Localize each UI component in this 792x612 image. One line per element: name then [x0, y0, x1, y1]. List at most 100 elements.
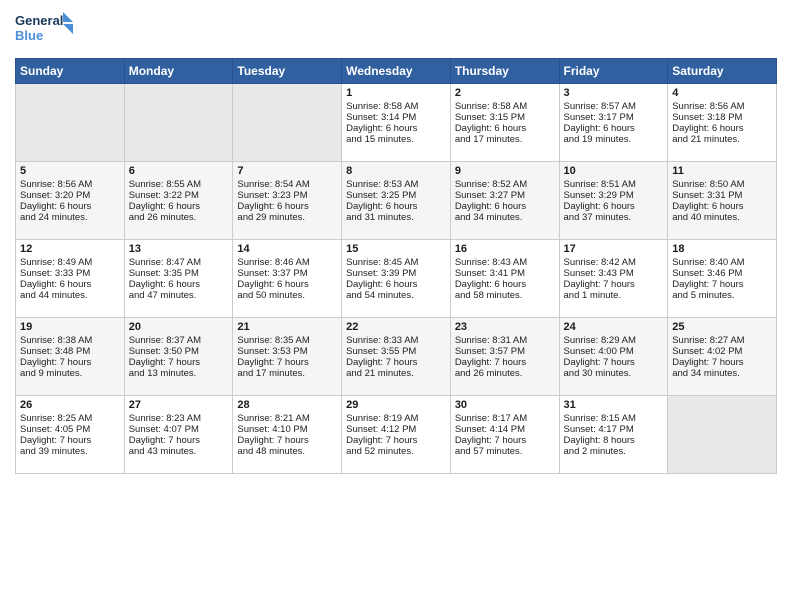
- cell-info-line: Sunset: 3:14 PM: [346, 112, 446, 123]
- calendar-cell: 27Sunrise: 8:23 AMSunset: 4:07 PMDayligh…: [124, 396, 233, 474]
- cell-info-line: Daylight: 6 hours: [346, 279, 446, 290]
- calendar-cell: 2Sunrise: 8:58 AMSunset: 3:15 PMDaylight…: [450, 84, 559, 162]
- cell-info-line: and 44 minutes.: [20, 290, 120, 301]
- cell-info-line: Daylight: 7 hours: [346, 435, 446, 446]
- cell-info-line: Sunrise: 8:53 AM: [346, 179, 446, 190]
- day-number: 21: [237, 321, 337, 333]
- cell-info-line: Sunset: 4:12 PM: [346, 424, 446, 435]
- cell-info-line: and 43 minutes.: [129, 446, 229, 457]
- day-number: 1: [346, 87, 446, 99]
- day-number: 22: [346, 321, 446, 333]
- day-number: 10: [564, 165, 664, 177]
- cell-info-line: Sunrise: 8:56 AM: [672, 101, 772, 112]
- cell-info-line: Sunset: 3:31 PM: [672, 190, 772, 201]
- day-number: 25: [672, 321, 772, 333]
- calendar-cell: 29 Sunrise: 8:19 AMSunset: 4:12 PMDayligh…: [342, 396, 451, 474]
- calendar-cell: [16, 84, 125, 162]
- cell-info-line: Sunset: 3:33 PM: [20, 268, 120, 279]
- cell-info-line: Daylight: 6 hours: [346, 201, 446, 212]
- cell-info-line: and 26 minutes.: [455, 368, 555, 379]
- cell-info-line: and 57 minutes.: [455, 446, 555, 457]
- week-row-2: 12Sunrise: 8:49 AMSunset: 3:33 PMDayligh…: [16, 240, 777, 318]
- cell-info-line: and 1 minute.: [564, 290, 664, 301]
- cell-info-line: Sunrise: 8:19 AM: [346, 413, 446, 424]
- day-number: 3: [564, 87, 664, 99]
- cell-info-line: Sunset: 3:37 PM: [237, 268, 337, 279]
- weekday-header-thursday: Thursday: [450, 59, 559, 84]
- cell-info-line: Daylight: 6 hours: [20, 279, 120, 290]
- cell-info-line: Daylight: 7 hours: [346, 357, 446, 368]
- cell-info-line: Daylight: 6 hours: [455, 279, 555, 290]
- calendar-cell: 15Sunrise: 8:45 AMSunset: 3:39 PMDayligh…: [342, 240, 451, 318]
- cell-info-line: Sunrise: 8:33 AM: [346, 335, 446, 346]
- cell-info-line: and 52 minutes.: [346, 446, 446, 457]
- cell-info-line: and 15 minutes.: [346, 134, 446, 145]
- cell-info-line: Sunrise: 8:50 AM: [672, 179, 772, 190]
- cell-info-line: and 34 minutes.: [672, 368, 772, 379]
- cell-info-line: and 17 minutes.: [455, 134, 555, 145]
- cell-info-line: Sunrise: 8:49 AM: [20, 257, 120, 268]
- calendar-cell: 11Sunrise: 8:50 AMSunset: 3:31 PMDayligh…: [668, 162, 777, 240]
- calendar-cell: 31Sunrise: 8:15 AMSunset: 4:17 PMDayligh…: [559, 396, 668, 474]
- weekday-header-wednesday: Wednesday: [342, 59, 451, 84]
- calendar-cell: 3Sunrise: 8:57 AMSunset: 3:17 PMDaylight…: [559, 84, 668, 162]
- cell-info-line: Daylight: 7 hours: [672, 279, 772, 290]
- cell-info-line: Daylight: 7 hours: [672, 357, 772, 368]
- cell-info-line: Sunset: 3:15 PM: [455, 112, 555, 123]
- calendar-cell: 25Sunrise: 8:27 AMSunset: 4:02 PMDayligh…: [668, 318, 777, 396]
- cell-info-line: and 31 minutes.: [346, 212, 446, 223]
- calendar-cell: 16Sunrise: 8:43 AMSunset: 3:41 PMDayligh…: [450, 240, 559, 318]
- cell-info-line: Daylight: 7 hours: [129, 435, 229, 446]
- calendar-cell: 5Sunrise: 8:56 AMSunset: 3:20 PMDaylight…: [16, 162, 125, 240]
- cell-info-line: and 26 minutes.: [129, 212, 229, 223]
- svg-text:Blue: Blue: [15, 28, 43, 43]
- cell-info-line: Sunrise: 8:27 AM: [672, 335, 772, 346]
- day-number: 2: [455, 87, 555, 99]
- cell-info-line: Sunset: 3:48 PM: [20, 346, 120, 357]
- cell-info-line: Sunset: 3:18 PM: [672, 112, 772, 123]
- day-number: 29: [346, 399, 446, 411]
- day-number: 14: [237, 243, 337, 255]
- cell-info-line: Daylight: 6 hours: [564, 123, 664, 134]
- cell-info-line: Daylight: 7 hours: [564, 357, 664, 368]
- cell-info-line: and 24 minutes.: [20, 212, 120, 223]
- cell-info-line: and 2 minutes.: [564, 446, 664, 457]
- cell-info-line: Sunset: 3:57 PM: [455, 346, 555, 357]
- calendar-cell: 12 Sunrise: 8:49 AMSunset: 3:33 PMDayligh…: [16, 240, 125, 318]
- calendar-table: SundayMondayTuesdayWednesdayThursdayFrid…: [15, 58, 777, 474]
- cell-info-line: Daylight: 6 hours: [237, 279, 337, 290]
- cell-info-line: Sunrise: 8:40 AM: [672, 257, 772, 268]
- day-number: 12: [20, 243, 120, 255]
- cell-info-line: Sunset: 4:17 PM: [564, 424, 664, 435]
- calendar-cell: 1Sunrise: 8:58 AMSunset: 3:14 PMDaylight…: [342, 84, 451, 162]
- cell-info-line: and 21 minutes.: [672, 134, 772, 145]
- cell-info-line: Sunrise: 8:55 AM: [129, 179, 229, 190]
- calendar-cell: 23Sunrise: 8:31 AMSunset: 3:57 PMDayligh…: [450, 318, 559, 396]
- cell-info-line: Sunset: 3:20 PM: [20, 190, 120, 201]
- weekday-header-row: SundayMondayTuesdayWednesdayThursdayFrid…: [16, 59, 777, 84]
- calendar-cell: 8Sunrise: 8:53 AMSunset: 3:25 PMDaylight…: [342, 162, 451, 240]
- cell-info-line: Daylight: 6 hours: [346, 123, 446, 134]
- calendar-cell: [668, 396, 777, 474]
- calendar-cell: 7Sunrise: 8:54 AMSunset: 3:23 PMDaylight…: [233, 162, 342, 240]
- cell-info-line: Sunrise: 8:21 AM: [237, 413, 337, 424]
- calendar-cell: 19Sunrise: 8:38 AMSunset: 3:48 PMDayligh…: [16, 318, 125, 396]
- cell-info-line: Sunrise: 8:31 AM: [455, 335, 555, 346]
- cell-info-line: and 48 minutes.: [237, 446, 337, 457]
- cell-info-line: Sunset: 4:07 PM: [129, 424, 229, 435]
- cell-info-line: Sunrise: 8:38 AM: [20, 335, 120, 346]
- cell-info-line: Sunrise: 8:46 AM: [237, 257, 337, 268]
- cell-info-line: Sunrise: 8:37 AM: [129, 335, 229, 346]
- cell-info-line: Daylight: 7 hours: [129, 357, 229, 368]
- cell-info-line: Sunset: 3:29 PM: [564, 190, 664, 201]
- cell-info-line: Sunset: 3:55 PM: [346, 346, 446, 357]
- cell-info-line: and 50 minutes.: [237, 290, 337, 301]
- calendar-cell: 18Sunrise: 8:40 AMSunset: 3:46 PMDayligh…: [668, 240, 777, 318]
- cell-info-line: Daylight: 7 hours: [455, 357, 555, 368]
- cell-info-line: Sunrise: 8:29 AM: [564, 335, 664, 346]
- week-row-0: 1Sunrise: 8:58 AMSunset: 3:14 PMDaylight…: [16, 84, 777, 162]
- day-number: 28: [237, 399, 337, 411]
- cell-info-line: Sunrise: 8:25 AM: [20, 413, 120, 424]
- cell-info-line: Daylight: 6 hours: [672, 123, 772, 134]
- svg-text:General: General: [15, 13, 63, 28]
